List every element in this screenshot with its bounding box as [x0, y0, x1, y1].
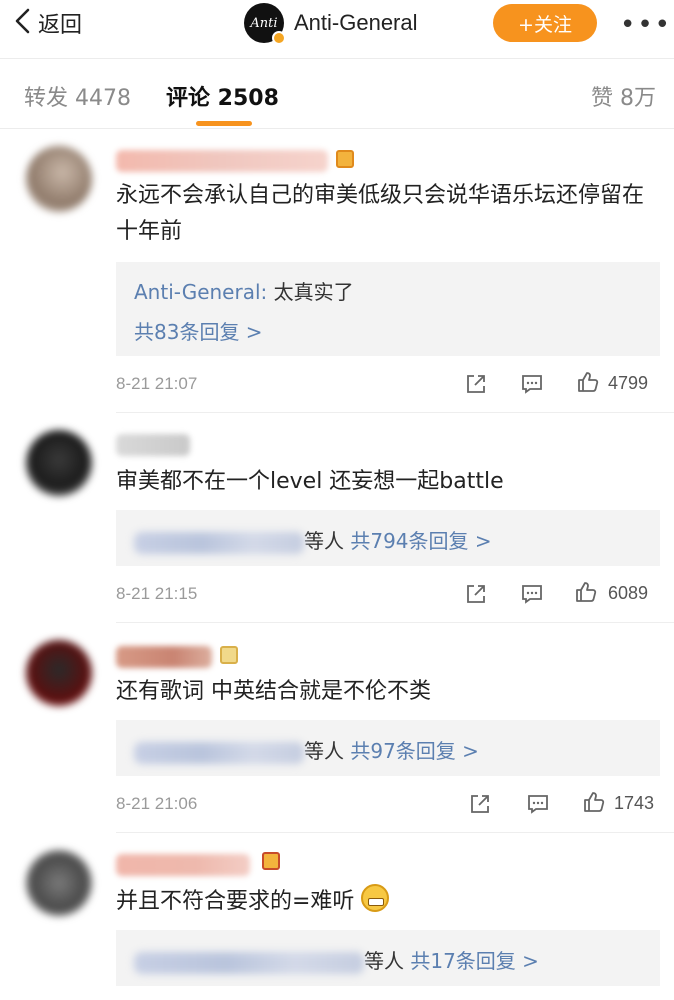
comment-text: 还有歌词 中英结合就是不伦不类 [116, 679, 431, 704]
share-icon [468, 795, 492, 820]
share-button[interactable] [468, 792, 492, 820]
reply-authors-blurred[interactable] [134, 951, 364, 974]
reply-authors-blurred[interactable] [134, 741, 304, 764]
view-replies-link[interactable]: 共97条回复 > [344, 739, 479, 763]
comment-text: 永远不会承认自己的审美低级只会说华语乐坛还停留在十年前 [116, 183, 645, 244]
comment-divider [116, 412, 674, 413]
view-replies-link[interactable]: 共794条回复 > [344, 529, 491, 553]
commenter-avatar[interactable] [26, 430, 92, 496]
reply-text: 太真实了 [267, 280, 354, 304]
grin-emoji-icon [361, 884, 390, 912]
commenter-avatar[interactable] [26, 640, 92, 706]
comment-divider [116, 622, 674, 623]
reply-line: 等人 共97条回复 > [134, 735, 479, 764]
share-icon [464, 375, 488, 400]
like-count: 4799 [608, 373, 649, 393]
like-button[interactable] [576, 370, 600, 398]
commenter-avatar[interactable] [26, 146, 92, 212]
account-logo: Anti [250, 15, 278, 31]
account-header[interactable]: Anti Anti-General [244, 3, 418, 45]
header-divider [0, 58, 674, 59]
reply-preview[interactable]: Anti-General: 太真实了 共83条回复 > [116, 262, 660, 356]
comment-text-content: 并且不符合要求的=难听 [116, 889, 355, 914]
vip-badge-icon [262, 852, 280, 870]
thumbs-up-icon [574, 582, 598, 608]
more-options-button[interactable]: ••• [620, 10, 672, 40]
comment-icon [520, 585, 544, 610]
reply-author[interactable]: Anti-General: [134, 280, 267, 304]
tab-likes[interactable]: 赞 8万 [591, 80, 656, 112]
reply-suffix: 等人 [304, 529, 344, 553]
reply-button[interactable] [526, 792, 550, 820]
tab-bar: 转发 4478 评论 2508 赞 8万 [0, 70, 674, 130]
thumbs-up-icon [576, 372, 600, 398]
reply-preview[interactable]: 等人 共794条回复 > [116, 510, 660, 566]
comment-time: 8-21 21:06 [116, 794, 198, 813]
like-count: 6089 [608, 583, 649, 603]
view-replies-link[interactable]: 共83条回复 > [134, 316, 263, 345]
chevron-left-icon [12, 8, 34, 38]
comment-icon [526, 795, 550, 820]
back-button[interactable]: 返回 [12, 6, 82, 40]
comment-text: 审美都不在一个level 还妄想一起battle [116, 469, 504, 494]
reply-preview[interactable]: 等人 共97条回复 > [116, 720, 660, 776]
like-count: 1743 [614, 793, 655, 813]
commenter-name[interactable] [116, 646, 212, 668]
commenter-name[interactable] [116, 854, 250, 876]
comment-divider [116, 832, 674, 833]
back-label: 返回 [38, 13, 83, 38]
commenter-avatar[interactable] [26, 850, 92, 916]
reply-line: 等人 共794条回复 > [134, 525, 492, 554]
reply-suffix: 等人 [364, 949, 404, 973]
top-bar: 返回 Anti Anti-General +关注 ••• [0, 0, 674, 52]
commenter-name[interactable] [116, 434, 190, 456]
share-icon [464, 585, 488, 610]
like-button[interactable] [574, 580, 598, 608]
like-button[interactable] [582, 790, 606, 818]
thumbs-up-icon [582, 792, 606, 818]
account-avatar[interactable]: Anti [244, 3, 286, 45]
vip-badge-icon [220, 646, 238, 664]
vip-badge-icon [336, 150, 354, 168]
share-button[interactable] [464, 372, 488, 400]
reply-line: 等人 共17条回复 > [134, 945, 539, 974]
share-button[interactable] [464, 582, 488, 610]
view-replies-link[interactable]: 共17条回复 > [404, 949, 539, 973]
comment-icon [520, 375, 544, 400]
reply-line: Anti-General: 太真实了 [134, 276, 354, 305]
reply-preview[interactable]: 等人 共17条回复 > [116, 930, 660, 986]
reply-suffix: 等人 [304, 739, 344, 763]
tab-divider [0, 128, 674, 129]
follow-button[interactable]: +关注 [493, 4, 597, 42]
comment-time: 8-21 21:15 [116, 584, 198, 603]
reply-button[interactable] [520, 372, 544, 400]
reply-authors-blurred[interactable] [134, 531, 304, 554]
reply-button[interactable] [520, 582, 544, 610]
comment-time: 8-21 21:07 [116, 374, 198, 393]
active-tab-indicator [196, 121, 252, 126]
account-name[interactable]: Anti-General [294, 10, 418, 36]
tab-comments[interactable]: 评论 2508 [166, 80, 279, 112]
tab-repost[interactable]: 转发 4478 [24, 80, 131, 112]
comment-text: 并且不符合要求的=难听 [116, 884, 662, 920]
verified-badge-icon [272, 31, 286, 45]
commenter-name[interactable] [116, 150, 328, 172]
